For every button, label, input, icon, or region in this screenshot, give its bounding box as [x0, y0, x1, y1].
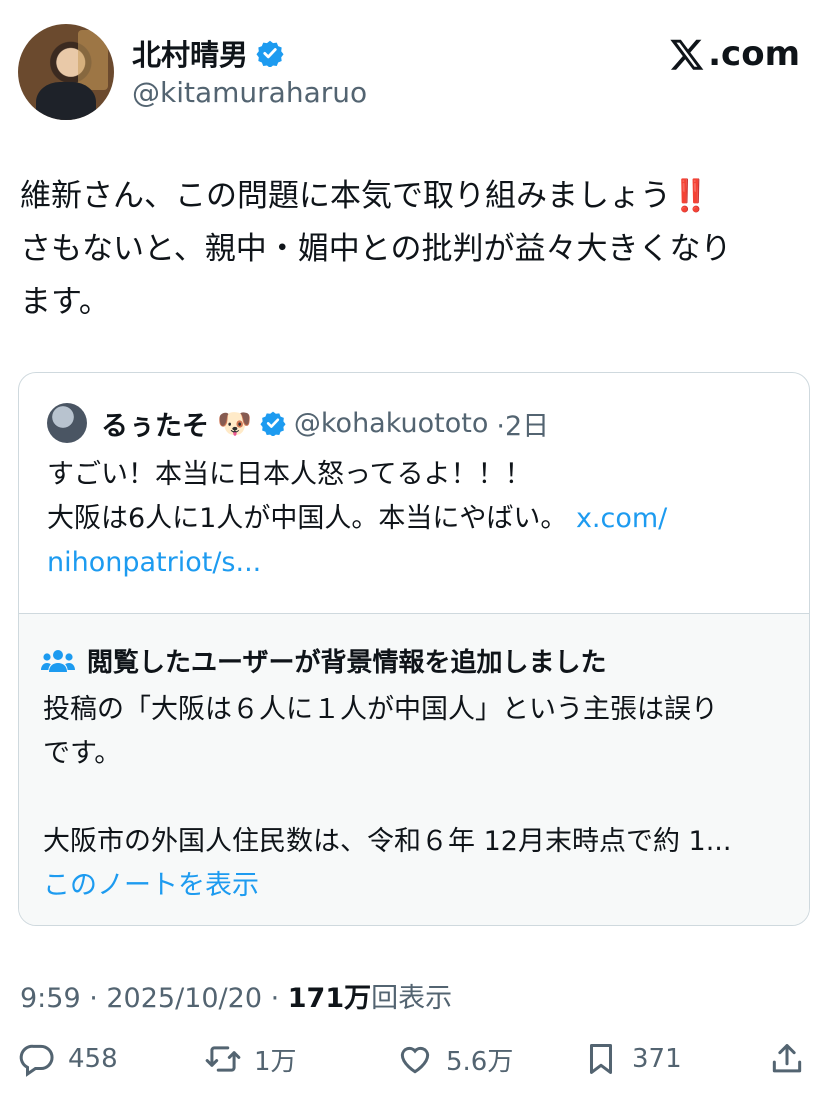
like-button[interactable]: 5.6万 [396, 1040, 513, 1078]
double-exclamation-emoji: ‼️ [671, 178, 710, 214]
view-label: 回表示 [371, 983, 453, 1014]
quoted-link-start[interactable]: x.com/ [576, 503, 667, 534]
community-note-title: 閲覧したユーザーが背景情報を追加しました [87, 648, 607, 678]
author-name-row: 北村晴男 [132, 32, 284, 74]
reply-icon [19, 1044, 54, 1077]
bookmark-count: 371 [632, 1044, 682, 1074]
note-line-3: 大阪市の外国人住民数は、令和６年 12月末時点で約 1... [43, 826, 732, 857]
note-line-2: です。 [43, 738, 122, 769]
post-line-3: ます。 [20, 284, 110, 320]
quoted-post-header: るぅたそ 🐶 @kohakuototo ·2日 [47, 403, 549, 443]
action-bar: 458 1万 5.6万 371 [18, 1040, 810, 1090]
quoted-line-1: すごい！本当に日本人怒ってるよ！！！ [47, 459, 532, 490]
post-meta: 9:59 · 2025/10/20 · 171万回表示 [20, 976, 452, 1015]
post-line-2: さもないと、親中・媚中との批判が益々大きくなり [20, 231, 732, 267]
note-line-1: 投稿の「大阪は６人に１人が中国人」という主張は誤り [43, 694, 718, 725]
heart-icon [400, 1046, 430, 1074]
quoted-post-time: ·2日 [496, 410, 550, 442]
author-name[interactable]: 北村晴男 [132, 32, 248, 74]
post-header: 北村晴男 @kitamuraharuo .com [18, 22, 810, 122]
repost-count: 1万 [254, 1046, 297, 1077]
bookmark-icon [589, 1044, 613, 1074]
community-note: 閲覧したユーザーが背景情報を追加しました 投稿の「大阪は６人に１人が中国人」とい… [19, 613, 809, 925]
post-text: 維新さん、この問題に本気で取り組みましょう‼️ さもないと、親中・媚中との批判が… [20, 170, 800, 329]
author-avatar[interactable] [18, 24, 114, 120]
community-note-text: 投稿の「大阪は６人に１人が中国人」という主張は誤り です。 大阪市の外国人住民数… [43, 688, 793, 908]
like-count: 5.6万 [446, 1046, 514, 1077]
post-line-1: 維新さん、この問題に本気で取り組みましょう‼️ [20, 170, 800, 223]
post-line-1-text: 維新さん、この問題に本気で取り組みましょう [20, 178, 671, 214]
show-note-link[interactable]: このノートを表示 [43, 864, 793, 908]
author-handle[interactable]: @kitamuraharuo [132, 76, 367, 109]
quoted-author-name[interactable]: るぅたそ [101, 404, 209, 443]
x-logo-icon [670, 39, 704, 70]
share-icon [772, 1044, 802, 1073]
verified-badge-icon [256, 40, 284, 67]
note-spacer [43, 776, 793, 820]
people-icon [41, 649, 75, 672]
repost-icon [205, 1046, 241, 1072]
dog-emoji: 🐶 [217, 406, 252, 440]
post-timestamp[interactable]: 9:59 · 2025/10/20 · [20, 983, 288, 1014]
quoted-post[interactable]: るぅたそ 🐶 @kohakuototo ·2日 すごい！本当に日本人怒ってるよ！… [18, 372, 810, 926]
community-note-header: 閲覧したユーザーが背景情報を追加しました [41, 642, 606, 679]
quoted-post-text: すごい！本当に日本人怒ってるよ！！！ 大阪は6人に1人が中国人。本当にやばい。 … [47, 453, 787, 585]
reply-button[interactable]: 458 [18, 1040, 118, 1078]
quoted-author-avatar[interactable] [47, 403, 87, 443]
site-brand: .com [668, 34, 800, 74]
quoted-link-end[interactable]: nihonpatriot/s... [47, 541, 787, 585]
bookmark-button[interactable]: 371 [582, 1040, 682, 1078]
repost-button[interactable]: 1万 [204, 1040, 297, 1078]
share-button[interactable] [768, 1040, 806, 1078]
quoted-verified-badge-icon [260, 411, 286, 436]
reply-count: 458 [68, 1044, 118, 1074]
site-domain: .com [708, 34, 800, 74]
quoted-line-2: 大阪は6人に1人が中国人。本当にやばい。 x.com/ [47, 497, 787, 541]
quoted-author-handle[interactable]: @kohakuototo [294, 408, 489, 439]
quoted-line-2-text: 大阪は6人に1人が中国人。本当にやばい。 [47, 503, 568, 534]
view-count: 171万 [287, 983, 372, 1014]
